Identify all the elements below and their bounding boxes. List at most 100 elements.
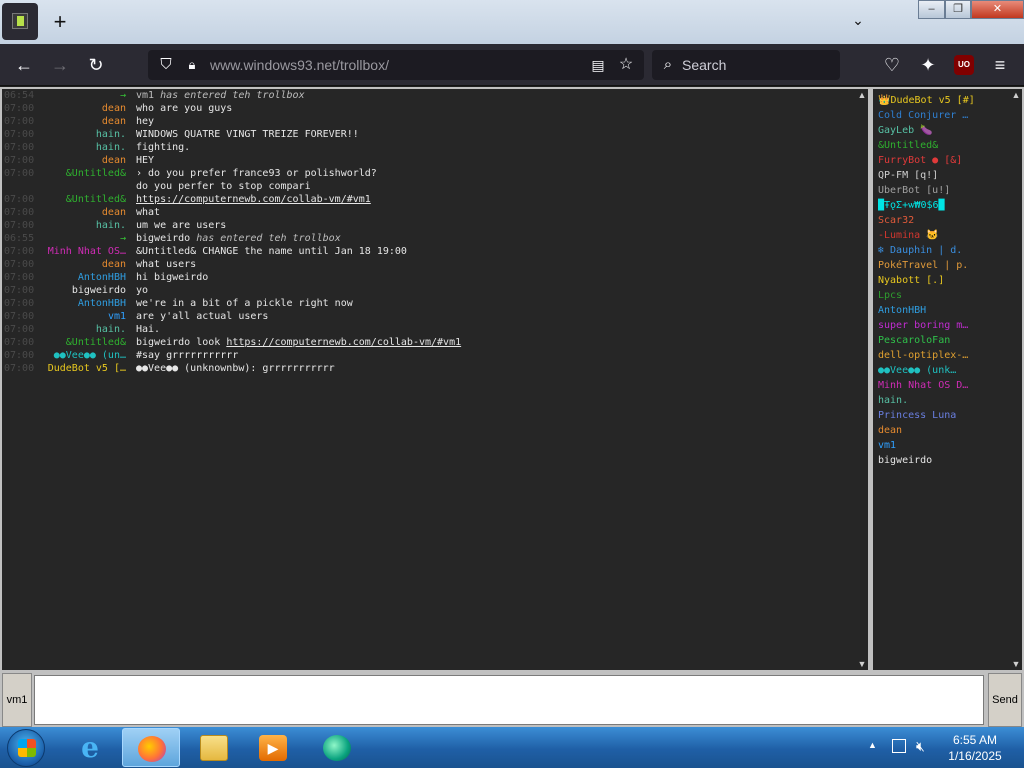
internet-explorer-taskbar-button[interactable]: e [61, 728, 119, 767]
forward-icon[interactable]: → [48, 53, 72, 77]
scroll-down-icon[interactable]: ▼ [856, 658, 868, 670]
message-nick[interactable]: dean [40, 154, 126, 167]
message-nick[interactable]: hain. [40, 141, 126, 154]
message-nick[interactable]: hain. [40, 128, 126, 141]
network-icon[interactable] [892, 739, 906, 753]
ublock-origin-icon[interactable]: UO [954, 55, 974, 75]
minimize-button[interactable]: – [918, 0, 945, 19]
message-nick[interactable]: hain. [40, 219, 126, 232]
message-nick[interactable]: Minh Nhat OS… [40, 245, 126, 258]
maximize-button[interactable]: ❐ [945, 0, 971, 19]
app-icon [323, 735, 351, 761]
message-nick[interactable]: bigweirdo [40, 284, 126, 297]
message-nick[interactable]: → [40, 232, 126, 245]
user-list-scrollbar[interactable]: ▲ ▼ [1010, 89, 1022, 670]
user-list-item[interactable]: dell-optiplex-… [878, 348, 976, 363]
extensions-icon[interactable]: ✦ [916, 53, 940, 77]
user-list-item[interactable]: -Lumina 🐱 [878, 228, 976, 243]
lock-icon[interactable]: 🔒︎ [180, 53, 204, 77]
search-box[interactable]: ⌕ Search [652, 50, 840, 80]
user-list-item[interactable]: Cold Conjurer … [878, 108, 976, 123]
user-list-item[interactable]: ●●Vee●● (unk… [878, 363, 976, 378]
close-button[interactable]: ✕ [971, 0, 1024, 19]
pocket-icon[interactable]: ♡ [880, 53, 904, 77]
user-list-item[interactable]: █ŦǫƩ+ѡ₩0$6█ [878, 198, 976, 213]
url-bar[interactable]: ⛉ 🔒︎ www.windows93.net/trollbox/ ▤ ☆ [148, 50, 644, 80]
message-time: 07:00 [4, 311, 35, 322]
app-taskbar-button[interactable] [308, 728, 366, 767]
message-nick[interactable]: hain. [40, 323, 126, 336]
new-tab-button[interactable]: + [48, 10, 72, 34]
message-nick[interactable]: AntonHBH [40, 271, 126, 284]
media-player-taskbar-button[interactable]: ▶ [244, 728, 302, 767]
chat-messages[interactable]: 06:54 → vm1 has entered teh trollbox 07:00 d… [2, 89, 868, 670]
user-list-item[interactable]: UberBot [u!] [878, 183, 976, 198]
message-nick[interactable]: &Untitled& [40, 193, 126, 206]
user-list-item[interactable]: ❄ Dauphin | d. [878, 243, 976, 258]
message-nick[interactable]: AntonHBH [40, 297, 126, 310]
message-text: we're in a bit of a pickle right now [136, 298, 353, 309]
user-list-item[interactable]: Minh Nhat OS D… [878, 378, 976, 393]
message-nick[interactable]: vm1 [40, 310, 126, 323]
message-nick[interactable]: dean [40, 258, 126, 271]
reader-view-icon[interactable]: ▤ [586, 53, 610, 77]
user-list-item[interactable]: PescaroloFan [878, 333, 976, 348]
bookmark-star-icon[interactable]: ☆ [614, 53, 638, 77]
user-list-item[interactable]: Princess Luna [878, 408, 976, 423]
user-list-item[interactable]: AntonHBH [878, 303, 976, 318]
message-nick[interactable]: dean [40, 115, 126, 128]
chat-message: 07:00 dean hey [2, 115, 868, 128]
chat-message: 07:00 AntonHBH we're in a bit of a pickle … [2, 297, 868, 310]
message-nick[interactable]: &Untitled& [40, 336, 126, 349]
chat-message: 07:00 AntonHBH hi bigweirdo [2, 271, 868, 284]
user-list-item[interactable]: 👑DudeBot v5 [#] [878, 93, 976, 108]
user-list-item[interactable]: Nyabott [.] [878, 273, 976, 288]
tab-trollbox[interactable] [2, 3, 38, 40]
message-time: 07:00 [4, 363, 35, 374]
user-list-item[interactable]: Lpcs [878, 288, 976, 303]
message-nick[interactable]: dean [40, 102, 126, 115]
user-list-item[interactable]: super boring m… [878, 318, 976, 333]
user-list-item[interactable]: hain. [878, 393, 976, 408]
user-list-item[interactable]: QP-FM [q!] [878, 168, 976, 183]
back-icon[interactable]: ← [12, 53, 36, 77]
clock[interactable]: 6:55 AM 1/16/2025 [944, 732, 1006, 764]
scroll-up-icon[interactable]: ▲ [856, 89, 868, 101]
file-explorer-taskbar-button[interactable] [185, 728, 243, 767]
message-text: Hai. [136, 324, 161, 335]
user-list-item[interactable]: Scar32 [878, 213, 976, 228]
volume-muted-icon[interactable]: 🔇︎ [916, 738, 925, 755]
user-list-item[interactable]: dean [878, 423, 976, 438]
message-nick[interactable]: DudeBot v5 [… [40, 362, 126, 375]
user-list-item[interactable]: FurryBot ● [&] [878, 153, 976, 168]
message-input[interactable] [34, 675, 984, 725]
message-nick[interactable]: dean [40, 206, 126, 219]
menu-icon[interactable]: ≡ [988, 53, 1012, 77]
user-list-item[interactable]: &Untitled& [878, 138, 976, 153]
trollbox-page: 06:54 → vm1 has entered teh trollbox 07:00 d… [0, 87, 1024, 727]
firefox-taskbar-button[interactable] [122, 728, 180, 767]
message-time: 07:00 [4, 298, 35, 309]
list-all-tabs-icon[interactable]: ⌄ [846, 12, 870, 32]
user-list-item[interactable]: bigweirdo [878, 453, 976, 468]
user-list-item[interactable]: GayLeb 🍆 [878, 123, 976, 138]
message-nick[interactable]: &Untitled& [40, 167, 126, 193]
chat-message: 07:00 hain. um we are users [2, 219, 868, 232]
reload-icon[interactable]: ↻ [84, 53, 108, 77]
scroll-up-icon[interactable]: ▲ [1010, 89, 1022, 101]
shield-icon[interactable]: ⛉ [154, 53, 178, 77]
message-text: hi bigweirdo [136, 272, 209, 283]
message-nick[interactable]: → [40, 89, 126, 102]
user-list-item[interactable]: PokéTravel | p. [878, 258, 976, 273]
message-time: 07:00 [4, 324, 35, 335]
url-text[interactable]: www.windows93.net/trollbox/ [210, 57, 389, 73]
message-nick[interactable]: ●●Vee●● (un… [40, 349, 126, 362]
message-text: ●●Vee●● (unknownbw): grrrrrrrrrrr [136, 363, 335, 374]
user-list-item[interactable]: vm1 [878, 438, 976, 453]
start-button[interactable] [7, 729, 45, 767]
nickname-button[interactable]: vm1 [2, 673, 32, 727]
show-hidden-icons-icon[interactable]: ▲ [868, 740, 877, 750]
send-button[interactable]: Send [988, 673, 1022, 727]
scroll-down-icon[interactable]: ▼ [1010, 658, 1022, 670]
chat-scrollbar[interactable]: ▲ ▼ [856, 89, 868, 670]
